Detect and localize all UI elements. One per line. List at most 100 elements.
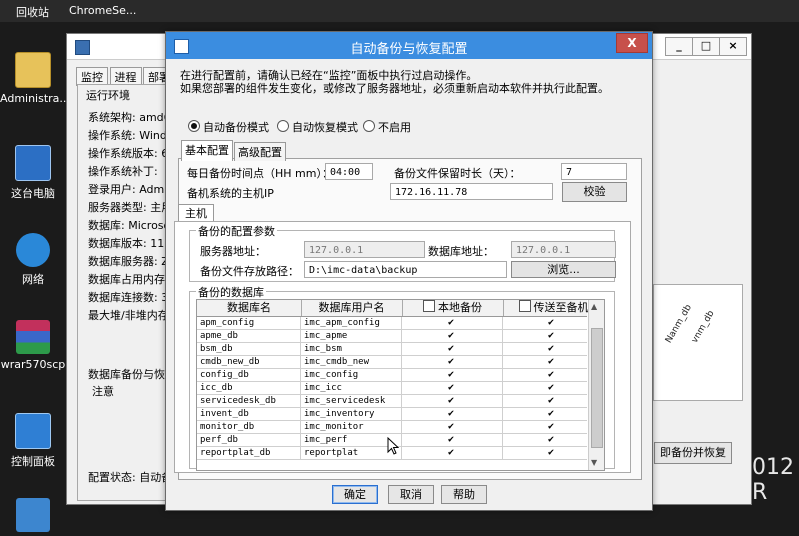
verify-button[interactable]: 校验	[562, 182, 627, 202]
browse-button[interactable]: 浏览...	[511, 261, 616, 278]
cancel-button[interactable]: 取消	[388, 485, 434, 504]
check-icon[interactable]: ✔	[448, 422, 454, 432]
cell-send-standby: ✔	[503, 343, 587, 355]
cell-local-backup: ✔	[402, 434, 503, 446]
scrollbar-thumb[interactable]	[591, 328, 603, 448]
computer-icon	[15, 145, 51, 181]
note-label: 注意	[92, 385, 114, 398]
check-icon[interactable]: ✔	[448, 357, 454, 367]
maximize-button[interactable]: □	[692, 37, 720, 56]
help-button[interactable]: 帮助	[441, 485, 487, 504]
cell-local-backup: ✔	[402, 369, 503, 381]
cell-send-standby: ✔	[503, 447, 587, 459]
cell-local-backup: ✔	[402, 408, 503, 420]
server-addr-label: 服务器地址：	[200, 245, 266, 258]
daily-time-input[interactable]: 04:00	[325, 163, 373, 180]
params-group-title: 备份的配置参数	[196, 223, 277, 239]
radio-empty-icon	[277, 120, 289, 132]
env-line: 服务器类型: 主用	[88, 201, 173, 214]
desktop-icon-network[interactable]: 网络	[0, 233, 66, 287]
env-line: 操作系统版本: 6	[88, 147, 169, 160]
check-icon[interactable]: ✔	[548, 331, 554, 341]
table-row[interactable]: invent_db imc_inventory ✔ ✔	[197, 408, 587, 421]
ok-button[interactable]: 确定	[332, 485, 378, 504]
checkbox-icon[interactable]	[423, 300, 435, 312]
cell-db-user: imc_inventory	[301, 408, 402, 420]
folder-icon	[16, 498, 50, 532]
standby-ip-input[interactable]: 172.16.11.78	[390, 183, 553, 200]
check-icon[interactable]: ✔	[548, 383, 554, 393]
cell-db-name: icc_db	[197, 382, 301, 394]
dialog-close-button[interactable]: X	[616, 33, 648, 53]
minimize-button[interactable]: _	[665, 37, 693, 56]
cell-db-name: servicedesk_db	[197, 395, 301, 407]
radio-disable[interactable]: 不启用	[363, 119, 411, 135]
table-scrollbar[interactable]: ▲ ▼	[588, 300, 604, 470]
close-button[interactable]: ×	[719, 37, 747, 56]
env-line: 数据库版本: 11.	[88, 237, 168, 250]
radio-auto-backup[interactable]: 自动备份模式	[188, 119, 269, 135]
radio-label: 不启用	[378, 121, 411, 134]
cell-db-name: bsm_db	[197, 343, 301, 355]
folder-user-icon	[15, 52, 51, 88]
check-icon[interactable]: ✔	[548, 370, 554, 380]
cell-db-user: imc_icc	[301, 382, 402, 394]
db-addr-input[interactable]: 127.0.0.1	[511, 241, 616, 258]
backup-path-input[interactable]: D:\imc-data\backup	[304, 261, 507, 278]
table-row[interactable]: cmdb_new_db imc_cmdb_new ✔ ✔	[197, 356, 587, 369]
desktop-icon-folder[interactable]	[0, 498, 66, 536]
desktop-icon-winrar[interactable]: wrar570scp	[0, 320, 66, 371]
desktop-icon-this-pc[interactable]: 这台电脑	[0, 145, 66, 201]
table-row[interactable]: config_db imc_config ✔ ✔	[197, 369, 587, 382]
cell-local-backup: ✔	[402, 421, 503, 433]
scroll-down-icon[interactable]: ▼	[591, 458, 597, 467]
check-icon[interactable]: ✔	[448, 318, 454, 328]
checkbox-icon[interactable]	[518, 300, 531, 312]
check-icon[interactable]: ✔	[548, 357, 554, 367]
table-row[interactable]: apm_config imc_apm_config ✔ ✔	[197, 317, 587, 330]
env-line: 数据库服务器: Z	[88, 255, 169, 268]
check-icon[interactable]: ✔	[548, 344, 554, 354]
check-icon[interactable]: ✔	[548, 422, 554, 432]
desktop-icon-label: 控制面板	[11, 455, 55, 468]
server-addr-input[interactable]: 127.0.0.1	[304, 241, 425, 258]
cell-db-name: apm_config	[197, 317, 301, 329]
cell-local-backup: ✔	[402, 447, 503, 459]
table-row[interactable]: servicedesk_db imc_servicedesk ✔ ✔	[197, 395, 587, 408]
check-icon[interactable]: ✔	[548, 409, 554, 419]
backup-restore-button[interactable]: 即备份并恢复	[654, 442, 732, 464]
check-icon[interactable]: ✔	[448, 448, 454, 458]
check-icon[interactable]: ✔	[548, 396, 554, 406]
tab-basic-config[interactable]: 基本配置	[181, 140, 233, 161]
table-row[interactable]: bsm_db imc_bsm ✔ ✔	[197, 343, 587, 356]
check-icon[interactable]: ✔	[548, 318, 554, 328]
check-icon[interactable]: ✔	[448, 370, 454, 380]
app-icon	[75, 40, 90, 55]
check-icon[interactable]: ✔	[448, 409, 454, 419]
check-icon[interactable]: ✔	[448, 344, 454, 354]
check-icon[interactable]: ✔	[448, 396, 454, 406]
table-row[interactable]: apme_db imc_apme ✔ ✔	[197, 330, 587, 343]
check-icon[interactable]: ✔	[548, 435, 554, 445]
scroll-up-icon[interactable]: ▲	[591, 302, 597, 311]
tab-advanced-config[interactable]: 高级配置	[234, 142, 286, 161]
radio-auto-restore[interactable]: 自动恢复模式	[277, 119, 358, 135]
desktop-icon-administrator[interactable]: Administra...	[0, 52, 70, 105]
database-table: 数据库名 数据库用户名 本地备份 传送至备机 apm_config imc_apm…	[196, 299, 605, 471]
check-icon[interactable]: ✔	[448, 331, 454, 341]
desktop-icon-control-panel[interactable]: 控制面板	[0, 413, 66, 469]
recycle-bin-label[interactable]: 回收站	[16, 4, 49, 20]
check-icon[interactable]: ✔	[548, 448, 554, 458]
chrome-setup-label[interactable]: ChromeSe...	[69, 4, 136, 17]
table-row[interactable]: monitor_db imc_monitor ✔ ✔	[197, 421, 587, 434]
check-icon[interactable]: ✔	[448, 435, 454, 445]
mouse-cursor-icon	[387, 437, 399, 455]
cell-local-backup: ✔	[402, 356, 503, 368]
desktop-icon-label: Administra...	[0, 92, 70, 105]
retention-input[interactable]: 7	[561, 163, 627, 180]
check-icon[interactable]: ✔	[448, 383, 454, 393]
auto-backup-dialog: 自动备份与恢复配置 X 在进行配置前，请确认已经在“监控”面板中执行过启动操作。…	[165, 31, 653, 511]
cell-send-standby: ✔	[503, 369, 587, 381]
col-local-backup[interactable]: 本地备份	[402, 300, 504, 316]
table-row[interactable]: icc_db imc_icc ✔ ✔	[197, 382, 587, 395]
